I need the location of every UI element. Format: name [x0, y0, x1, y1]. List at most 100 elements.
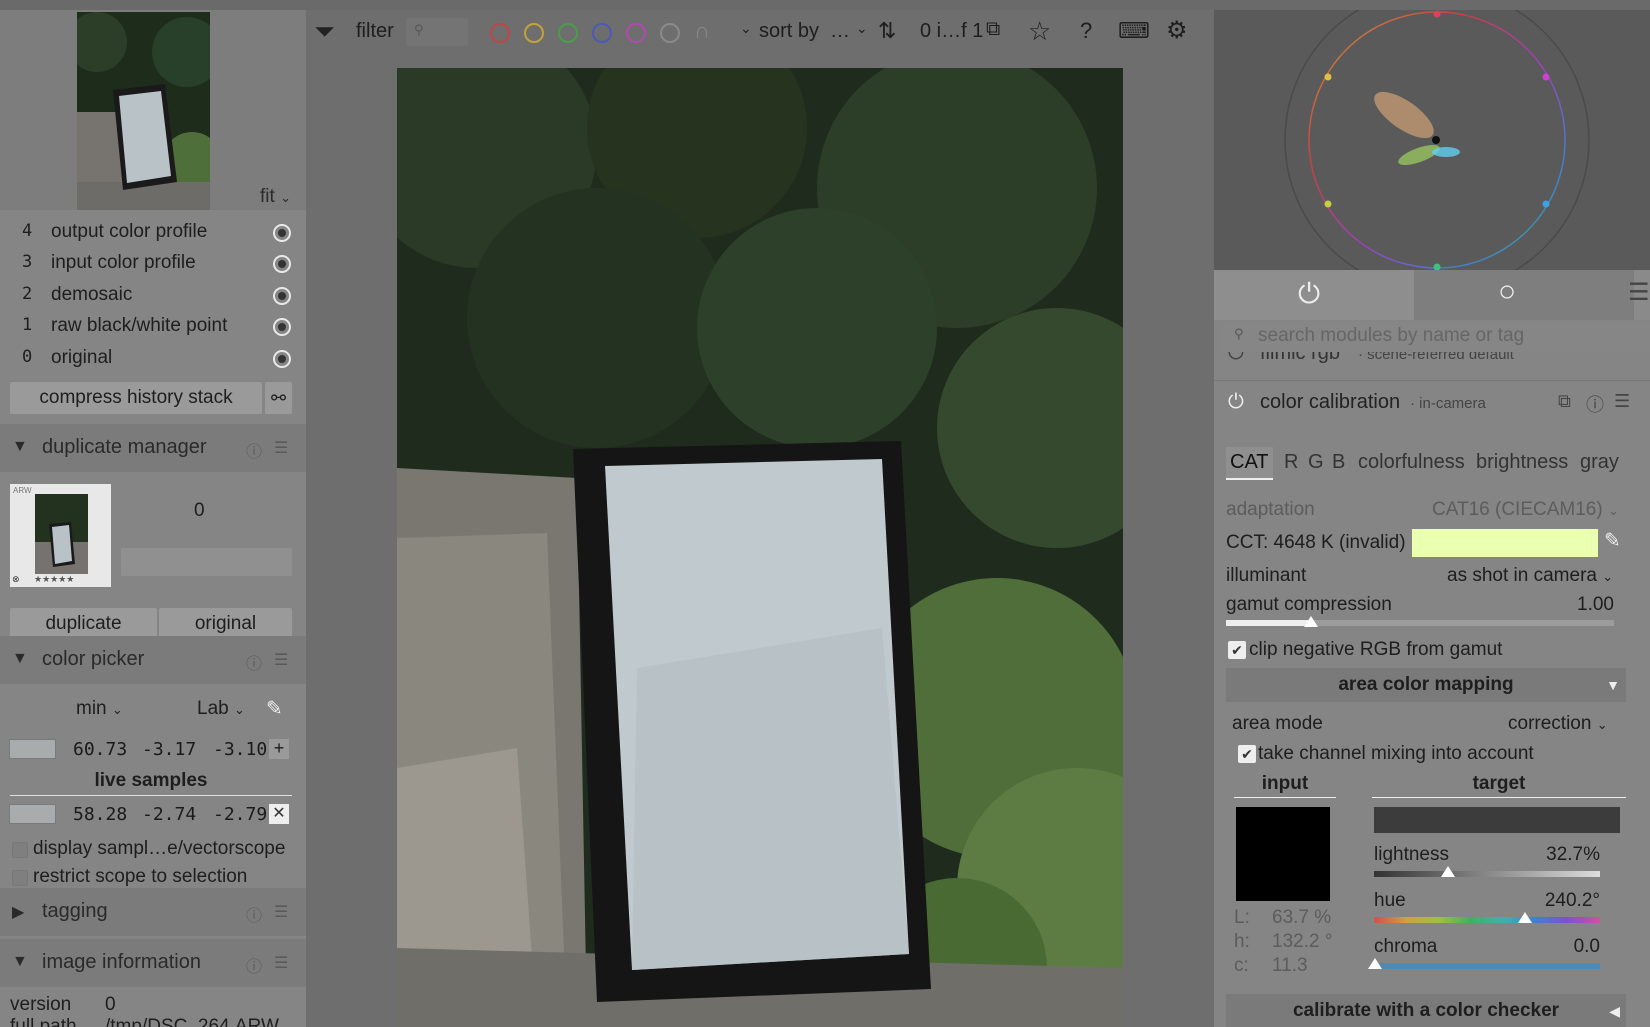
- hamburger-menu-icon[interactable]: ☰: [1628, 278, 1650, 307]
- filter-funnel-icon[interactable]: ⏷: [314, 16, 335, 48]
- duplicate-note-field[interactable]: [121, 548, 292, 576]
- tab-b[interactable]: B: [1332, 451, 1345, 474]
- remove-sample-icon[interactable]: ✕: [269, 804, 289, 824]
- full-path-label: full path: [10, 1016, 77, 1027]
- chroma-knob[interactable]: [1368, 958, 1382, 969]
- color-calibration-module-header[interactable]: ⏻ color calibration · in-camera ⧉ ⓘ ☰: [1214, 380, 1650, 424]
- sort-by-value[interactable]: …: [830, 20, 850, 43]
- tab-brightness[interactable]: brightness: [1476, 451, 1568, 474]
- green-label-filter-icon[interactable]: [558, 23, 578, 43]
- history-item-4[interactable]: 4 output color profile: [0, 217, 306, 249]
- chroma-slider[interactable]: chroma 0.0: [1368, 936, 1600, 972]
- compress-history-button[interactable]: compress history stack: [10, 382, 262, 414]
- tab-g[interactable]: G: [1308, 451, 1324, 474]
- gamut-knob[interactable]: [1304, 616, 1319, 627]
- input-color-swatch[interactable]: [1236, 807, 1330, 901]
- illuminant-dropdown[interactable]: as shot in camera ⌄: [1447, 565, 1613, 587]
- lightness-slider[interactable]: lightness 32.7%: [1374, 844, 1600, 880]
- tab-base-modules[interactable]: ○: [1414, 270, 1634, 320]
- color-picker-icon[interactable]: ✎: [1604, 528, 1621, 553]
- chevron-down-icon[interactable]: ⌄: [740, 20, 752, 37]
- area-color-mapping-header[interactable]: area color mapping ▼: [1226, 668, 1626, 702]
- take-channel-checkbox[interactable]: ✔: [1238, 745, 1256, 763]
- display-samples-checkbox[interactable]: [12, 842, 28, 858]
- image-information-header[interactable]: ▼ image information ⓘ ☰: [0, 939, 306, 987]
- reset-icon[interactable]: ⓘ: [246, 438, 262, 462]
- presets-menu-icon[interactable]: ☰: [274, 902, 288, 922]
- reset-icon[interactable]: ⓘ: [246, 902, 262, 926]
- reset-icon[interactable]: ⓘ: [1586, 391, 1604, 417]
- multi-instance-icon[interactable]: ⧉: [1558, 391, 1571, 412]
- restrict-scope-checkbox[interactable]: [12, 870, 28, 886]
- gray-label-filter-icon[interactable]: [660, 23, 680, 43]
- lightness-knob[interactable]: [1440, 866, 1455, 877]
- history-item-2[interactable]: 2 demosaic: [0, 280, 306, 312]
- clip-negative-checkbox[interactable]: ✔: [1228, 641, 1246, 659]
- reset-icon[interactable]: ⓘ: [246, 953, 262, 977]
- tab-cat[interactable]: CAT: [1226, 447, 1273, 480]
- collapse-arrow-icon: ▼: [12, 438, 28, 455]
- hue-slider[interactable]: hue 240.2°: [1374, 890, 1600, 926]
- purple-label-filter-icon[interactable]: [626, 23, 646, 43]
- history-item-0[interactable]: 0 original: [0, 343, 306, 375]
- sample-value-1: 58.28: [73, 804, 128, 825]
- star-icon[interactable]: ☆: [1028, 16, 1051, 47]
- duplicate-thumbnail[interactable]: ARW ★★★★★ ⊗: [10, 484, 111, 587]
- blue-label-filter-icon[interactable]: [592, 23, 612, 43]
- presets-menu-icon[interactable]: ☰: [274, 650, 288, 670]
- yellow-label-filter-icon[interactable]: [524, 23, 544, 43]
- add-sample-icon[interactable]: +: [269, 739, 289, 759]
- filmic-rgb-module-header[interactable]: ⏻ filmic rgb · scene-referred default: [1214, 352, 1650, 374]
- reject-icon[interactable]: ⊗: [12, 574, 20, 585]
- module-search-input[interactable]: ⚲ search modules by name or tag: [1222, 322, 1650, 352]
- navigation-module[interactable]: fit ⌄: [0, 10, 306, 210]
- keyboard-shortcuts-icon[interactable]: ⌨: [1118, 18, 1150, 44]
- red-label-filter-icon[interactable]: [490, 23, 510, 43]
- filter-search-input[interactable]: ⚲: [406, 18, 468, 46]
- presets-menu-icon[interactable]: ☰: [1614, 391, 1630, 412]
- area-mode-dropdown[interactable]: correction ⌄: [1508, 713, 1608, 735]
- hue-knob[interactable]: [1517, 912, 1532, 923]
- power-icon[interactable]: ⏻: [1228, 391, 1244, 414]
- vectorscope[interactable]: [1214, 10, 1650, 293]
- main-image[interactable]: [397, 68, 1123, 1027]
- color-picker-header[interactable]: ▼ color picker ⓘ ☰: [0, 636, 306, 684]
- tagging-header[interactable]: ▶ tagging ⓘ ☰: [0, 888, 306, 936]
- chroma-value: 0.0: [1573, 936, 1600, 957]
- live-sample-swatch[interactable]: [9, 804, 56, 824]
- reset-icon[interactable]: ⓘ: [246, 650, 262, 674]
- gamut-compression-slider[interactable]: gamut compression 1.00: [1226, 594, 1614, 630]
- color-picker-icon[interactable]: ✎: [266, 696, 283, 721]
- sort-order-icon[interactable]: ⇅: [878, 18, 896, 44]
- calibrate-color-checker-header[interactable]: calibrate with a color checker ◀: [1226, 994, 1626, 1027]
- compress-options-icon[interactable]: ⚯: [265, 382, 292, 414]
- c-value: 11.3: [1272, 955, 1308, 976]
- presets-menu-icon[interactable]: ☰: [274, 438, 288, 458]
- power-icon[interactable]: ⏻: [1228, 352, 1244, 365]
- grouping-icon[interactable]: ⧉: [986, 18, 1000, 41]
- tab-colorfulness[interactable]: colorfulness: [1358, 451, 1465, 474]
- chevron-down-icon[interactable]: ⌄: [856, 20, 868, 37]
- area-mode-label: area mode: [1232, 713, 1323, 734]
- duplicate-manager-header[interactable]: ▼ duplicate manager ⓘ ☰: [0, 424, 306, 472]
- chroma-track: [1374, 963, 1600, 969]
- history-item-3[interactable]: 3 input color profile: [0, 248, 306, 280]
- gear-icon[interactable]: ⚙: [1166, 16, 1188, 45]
- picker-space-dropdown[interactable]: Lab ⌄: [197, 698, 245, 720]
- tab-active-modules[interactable]: ⏻: [1214, 270, 1414, 320]
- adaptation-dropdown[interactable]: CAT16 (CIECAM16) ⌄: [1432, 499, 1619, 521]
- search-icon: ⚲: [414, 22, 424, 37]
- picker-mode-dropdown[interactable]: min ⌄: [76, 698, 123, 720]
- adaptation-value: CAT16 (CIECAM16): [1432, 499, 1603, 520]
- zoom-fit-dropdown[interactable]: fit ⌄: [260, 186, 291, 208]
- hue-label: hue: [1374, 890, 1406, 911]
- history-item-1[interactable]: 1 raw black/white point: [0, 311, 306, 343]
- help-icon[interactable]: ?: [1080, 18, 1092, 44]
- rating-stars-icon[interactable]: ★★★★★: [34, 574, 74, 585]
- history-number: 3: [22, 252, 33, 272]
- range-icon[interactable]: ∩: [694, 18, 710, 44]
- tab-r[interactable]: R: [1284, 451, 1298, 474]
- navigation-thumbnail[interactable]: [77, 12, 210, 210]
- presets-menu-icon[interactable]: ☰: [274, 953, 288, 973]
- tab-gray[interactable]: gray: [1580, 451, 1619, 474]
